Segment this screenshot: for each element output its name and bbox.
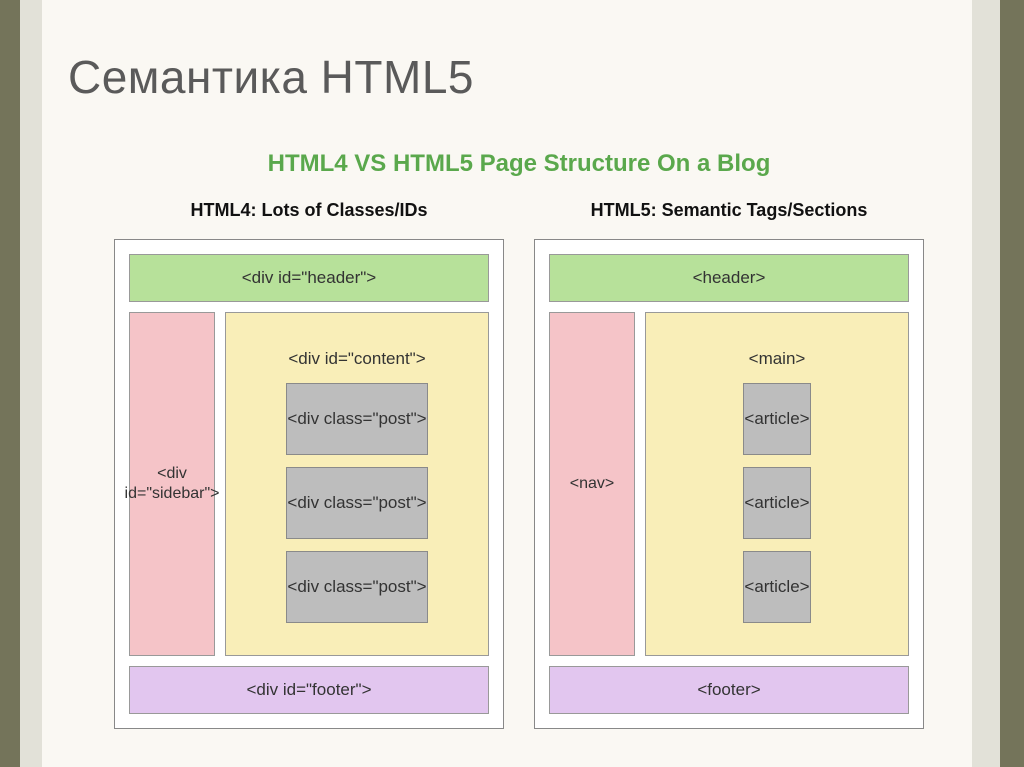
decoration-band-left-outer — [0, 0, 20, 767]
html5-article-1: <article> — [743, 383, 810, 455]
html4-panel: <div id="header"> <div id="sidebar"> <di… — [114, 239, 504, 729]
html4-post-2: <div class="post"> — [286, 467, 427, 539]
html5-column: HTML5: Semantic Tags/Sections <header> <… — [534, 200, 924, 729]
html5-panel: <header> <nav> <main> <article> <article… — [534, 239, 924, 729]
html4-mid-row: <div id="sidebar"> <div id="content"> <d… — [129, 312, 489, 656]
html4-header-block: <div id="header"> — [129, 254, 489, 302]
panels-row: HTML4: Lots of Classes/IDs <div id="head… — [110, 200, 928, 729]
html4-content-block: <div id="content"> <div class="post"> <d… — [225, 312, 489, 656]
html5-header-block: <header> — [549, 254, 909, 302]
html4-post-3: <div class="post"> — [286, 551, 427, 623]
html4-post-1: <div class="post"> — [286, 383, 427, 455]
decoration-band-right-outer — [1000, 0, 1024, 767]
diagram-subtitle: HTML4 VS HTML5 Page Structure On a Blog — [110, 150, 928, 178]
html5-article-3: <article> — [743, 551, 810, 623]
decoration-band-right-inner — [972, 0, 1000, 767]
html5-main-label: <main> — [749, 345, 806, 371]
html4-footer-block: <div id="footer"> — [129, 666, 489, 714]
html4-heading: HTML4: Lots of Classes/IDs — [114, 200, 504, 221]
html5-mid-row: <nav> <main> <article> <article> <articl… — [549, 312, 909, 656]
html5-footer-block: <footer> — [549, 666, 909, 714]
html4-column: HTML4: Lots of Classes/IDs <div id="head… — [114, 200, 504, 729]
html5-main-block: <main> <article> <article> <article> — [645, 312, 909, 656]
html5-heading: HTML5: Semantic Tags/Sections — [534, 200, 924, 221]
slide-title: Семантика HTML5 — [68, 50, 474, 104]
html5-article-2: <article> — [743, 467, 810, 539]
html5-nav-block: <nav> — [549, 312, 635, 656]
diagram-content: HTML4 VS HTML5 Page Structure On a Blog … — [110, 150, 928, 742]
html4-content-label: <div id="content"> — [288, 345, 425, 371]
html4-sidebar-block: <div id="sidebar"> — [129, 312, 215, 656]
decoration-band-left-inner — [20, 0, 42, 767]
